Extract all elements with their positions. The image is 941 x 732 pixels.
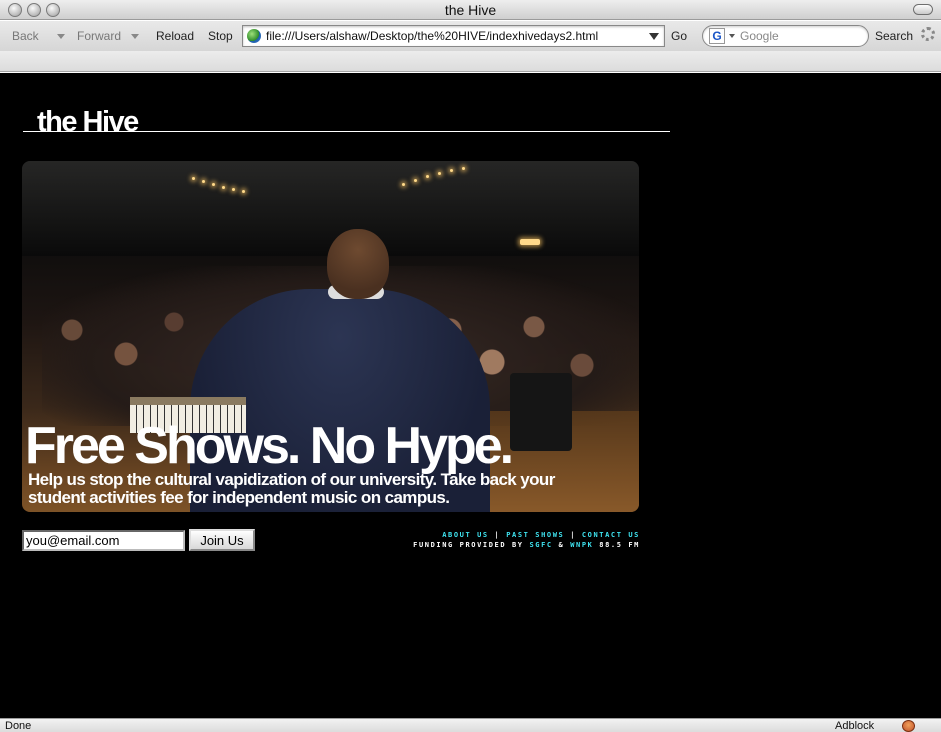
address-bar[interactable]: file:///Users/alshaw/Desktop/the%20HIVE/… xyxy=(242,25,665,47)
bookmarks-bar xyxy=(0,51,941,72)
join-button[interactable]: Join Us xyxy=(189,529,255,551)
string-light xyxy=(414,179,417,182)
status-bar: Done Adblock xyxy=(0,718,941,732)
string-light xyxy=(438,172,441,175)
string-light xyxy=(462,167,465,170)
globe-icon xyxy=(247,29,261,43)
status-text: Done xyxy=(5,720,32,732)
string-light xyxy=(232,188,235,191)
back-button[interactable]: Back xyxy=(12,29,39,43)
google-icon[interactable]: G xyxy=(709,28,725,44)
string-light xyxy=(426,175,429,178)
search-placeholder: Google xyxy=(740,29,779,43)
hero-headline: Free Shows. No Hype. xyxy=(25,417,514,475)
search-engine-dropdown-icon[interactable] xyxy=(729,34,735,38)
window-title: the Hive xyxy=(444,2,497,18)
hero-image: Free Shows. No Hype. Help us stop the cu… xyxy=(22,161,639,512)
title-divider xyxy=(23,131,670,132)
funding-credit: FUNDING PROVIDED BY SGFC & WNPK 88.5 FM xyxy=(300,541,640,550)
funding-prefix: FUNDING PROVIDED BY xyxy=(413,541,524,549)
string-light xyxy=(450,169,453,172)
adblock-label[interactable]: Adblock xyxy=(835,720,874,732)
spinner-icon xyxy=(921,27,935,41)
search-button[interactable]: Search xyxy=(875,29,913,43)
site-title: the Hive xyxy=(37,106,139,138)
reload-button[interactable]: Reload xyxy=(156,29,194,43)
string-light xyxy=(192,177,195,180)
page-content: the Hive Free Shows. No Hype. Help us st… xyxy=(0,73,941,718)
funding-suffix: 88.5 FM xyxy=(599,541,640,549)
toolbar-toggle-icon[interactable] xyxy=(913,4,933,15)
about-us-link[interactable]: ABOUT US xyxy=(442,531,489,539)
stage-light xyxy=(520,239,540,245)
past-shows-link[interactable]: PAST SHOWS xyxy=(506,531,564,539)
sgfc-link[interactable]: SGFC xyxy=(529,541,552,549)
string-light xyxy=(402,183,405,186)
contact-us-link[interactable]: CONTACT US xyxy=(582,531,640,539)
hero-subtext: Help us stop the cultural vapidization o… xyxy=(28,470,555,507)
string-light xyxy=(212,183,215,186)
go-button[interactable]: Go xyxy=(671,29,687,43)
string-light xyxy=(242,190,245,193)
funding-ampersand: & xyxy=(558,541,565,549)
footer-separator: | xyxy=(494,531,501,539)
hero-performer-head xyxy=(327,229,389,299)
url-text[interactable]: file:///Users/alshaw/Desktop/the%20HIVE/… xyxy=(266,29,598,43)
search-input[interactable]: G Google xyxy=(702,25,869,47)
email-field[interactable] xyxy=(22,530,185,551)
url-history-dropdown-icon[interactable] xyxy=(649,33,659,40)
hero-ceiling xyxy=(22,161,639,256)
string-light xyxy=(202,180,205,183)
string-light xyxy=(222,186,225,189)
stop-button[interactable]: Stop xyxy=(208,29,233,43)
window-titlebar: the Hive xyxy=(0,0,941,20)
hero-speaker-cabinet xyxy=(510,373,572,451)
footer-separator: | xyxy=(570,531,577,539)
forward-menu-icon[interactable] xyxy=(131,34,139,39)
forward-button[interactable]: Forward xyxy=(77,29,121,43)
back-menu-icon[interactable] xyxy=(57,34,65,39)
wnpk-link[interactable]: WNPK xyxy=(570,541,593,549)
adblock-icon[interactable] xyxy=(902,720,915,732)
footer-links: ABOUT US | PAST SHOWS | CONTACT US xyxy=(360,531,640,540)
